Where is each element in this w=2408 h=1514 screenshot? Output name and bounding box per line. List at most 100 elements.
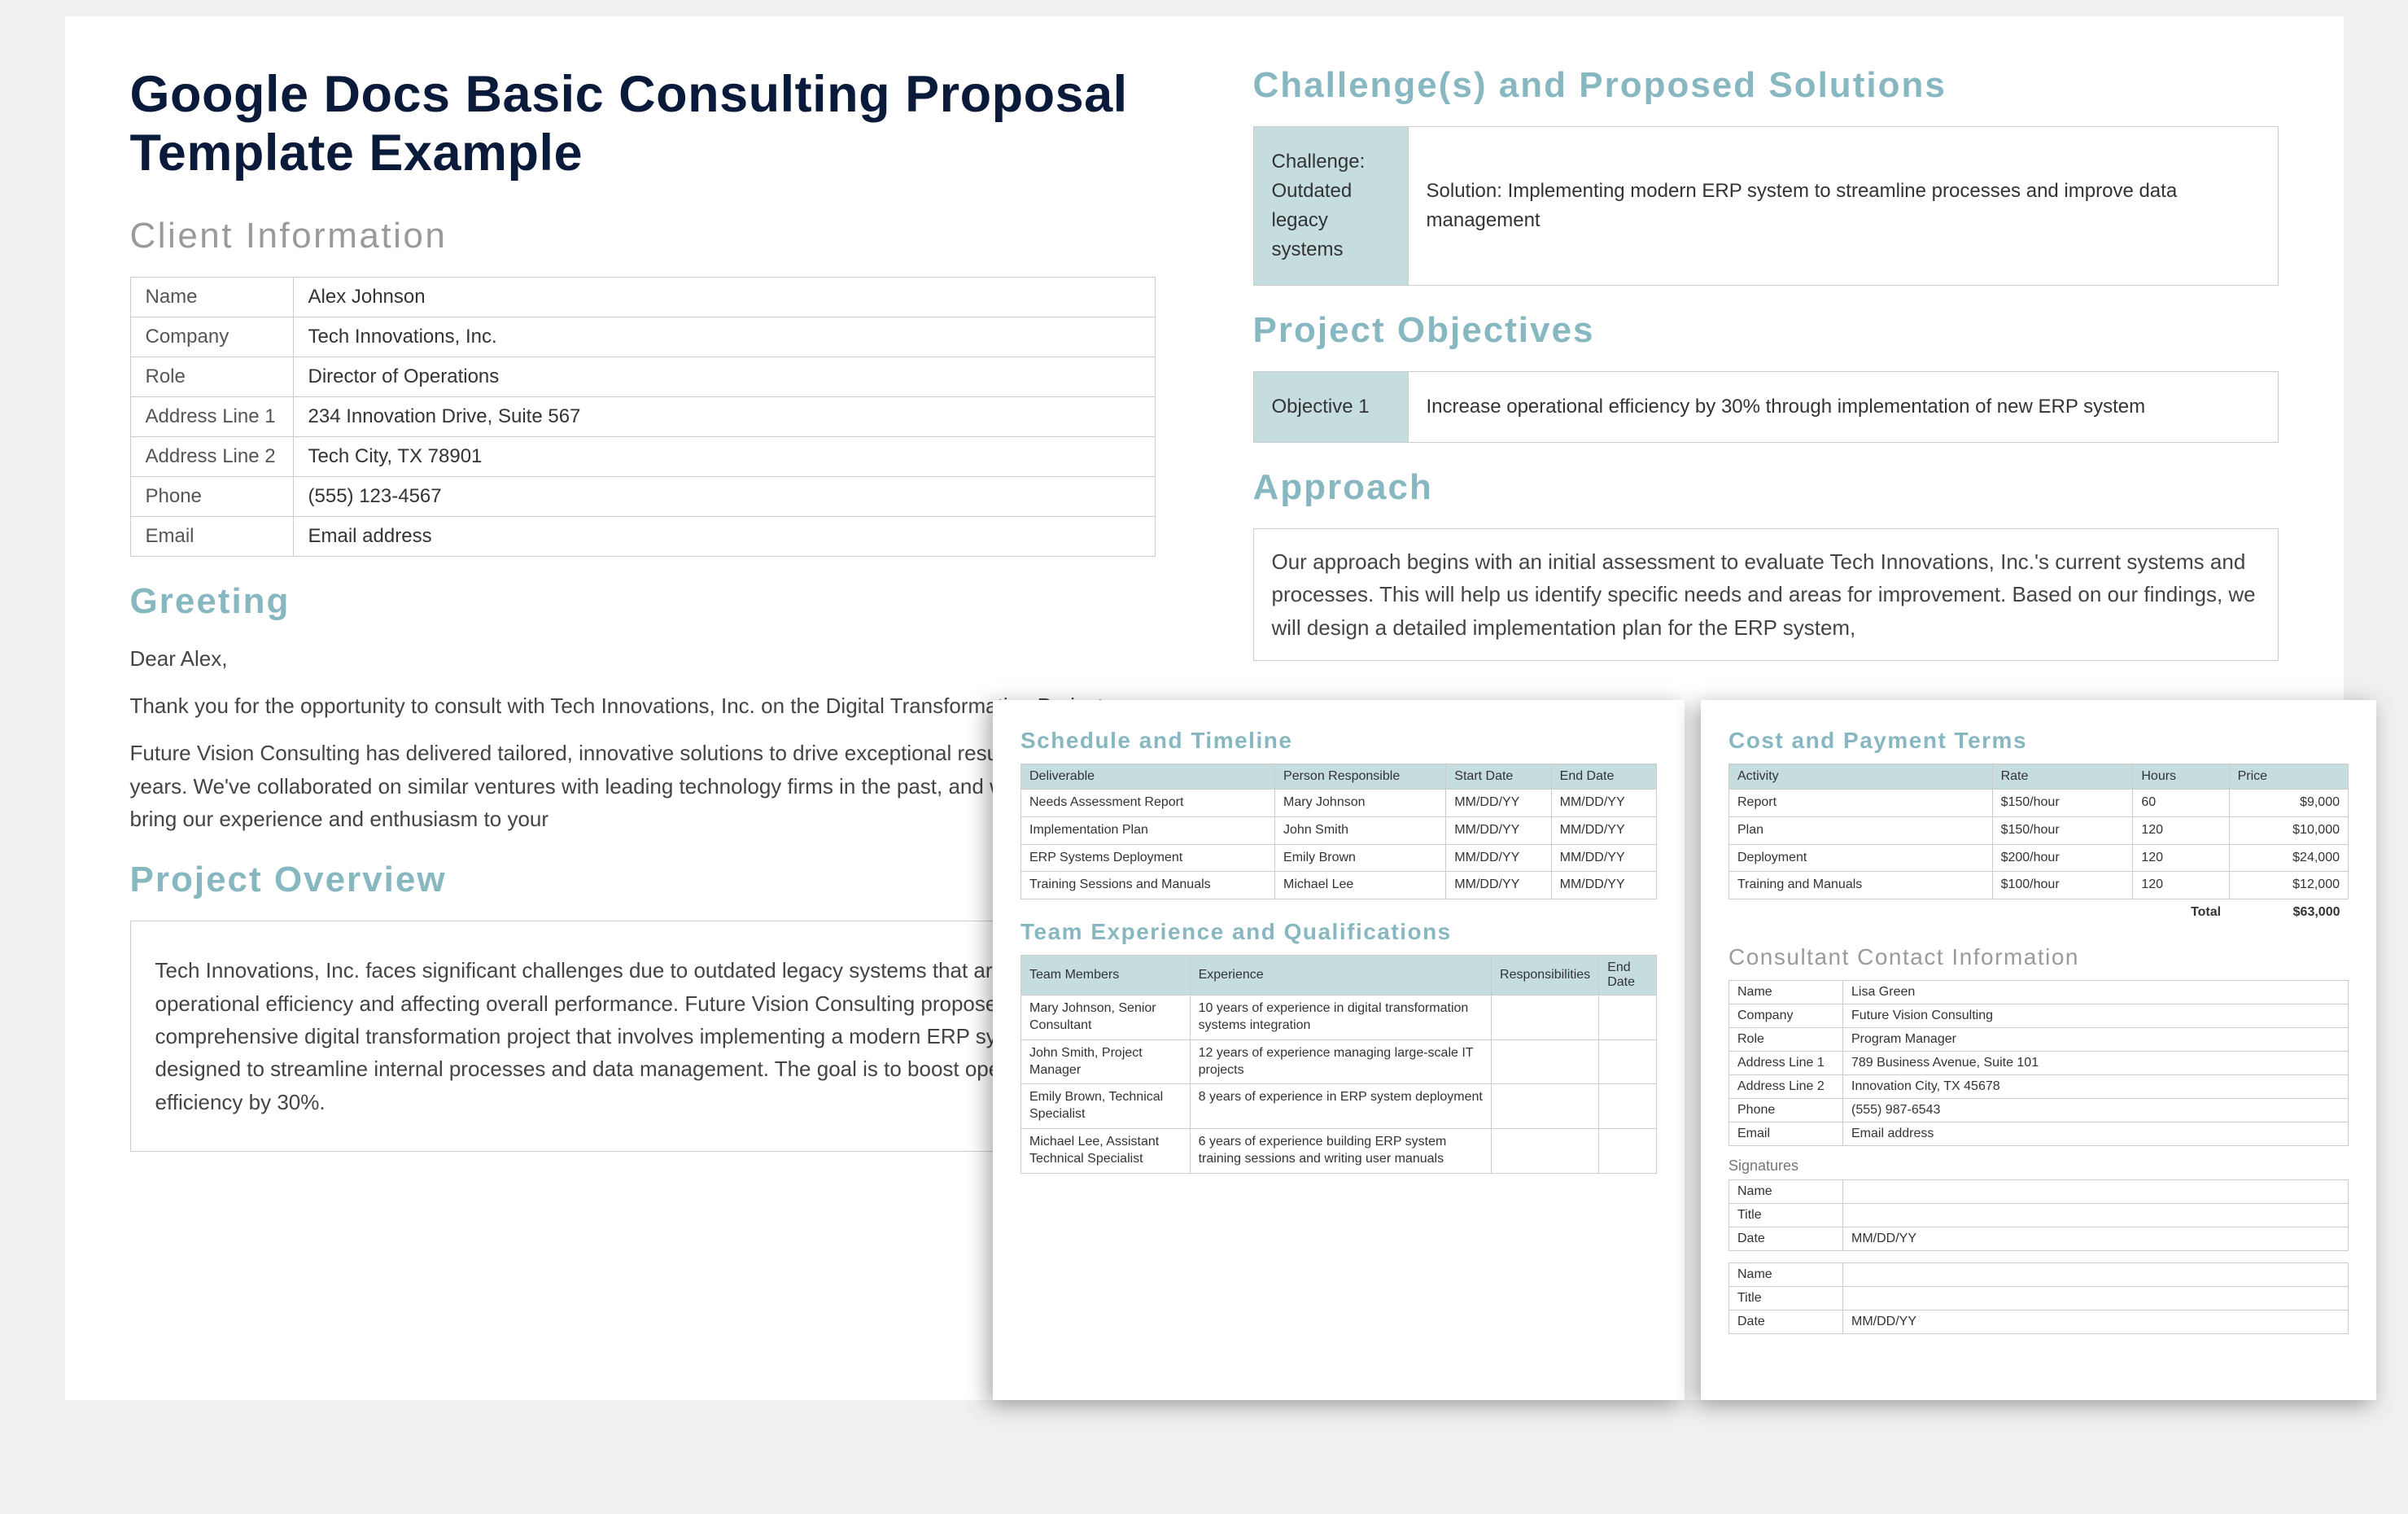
cell: MM/DD/YY: [1446, 790, 1551, 817]
label: Date: [1729, 1310, 1843, 1333]
table-row: RoleDirector of Operations: [130, 357, 1155, 396]
label: Email: [1729, 1122, 1843, 1145]
table-row: EmailEmail address: [130, 516, 1155, 556]
table-row: RoleProgram Manager: [1729, 1027, 2349, 1051]
challenge-label: Challenge: Outdated legacy systems: [1253, 127, 1408, 286]
table-row: ERP Systems DeploymentEmily BrownMM/DD/Y…: [1021, 844, 1657, 872]
cell: Report: [1729, 790, 1993, 817]
cell: MM/DD/YY: [1551, 790, 1656, 817]
cost-heading: Cost and Payment Terms: [1728, 728, 2349, 754]
cell: [1492, 1128, 1599, 1173]
value: [1843, 1286, 2349, 1310]
cell: Plan: [1729, 816, 1993, 844]
cell: Michael Lee: [1275, 872, 1446, 899]
cell: Emily Brown: [1275, 844, 1446, 872]
table-row: Title: [1729, 1203, 2349, 1227]
table-header-row: Deliverable Person Responsible Start Dat…: [1021, 764, 1657, 790]
objectives-table: Objective 1 Increase operational efficie…: [1253, 371, 2279, 443]
value: [1843, 1262, 2349, 1286]
project-overview-text: Tech Innovations, Inc. faces significant…: [155, 954, 1130, 1118]
cell: 10 years of experience in digital transf…: [1190, 995, 1491, 1040]
col-end: End Date: [1551, 764, 1656, 790]
table-row: Implementation PlanJohn SmithMM/DD/YYMM/…: [1021, 816, 1657, 844]
value: 234 Innovation Drive, Suite 567: [293, 396, 1155, 436]
cell: MM/DD/YY: [1446, 872, 1551, 899]
project-objectives-heading: Project Objectives: [1253, 310, 2279, 351]
label: Name: [130, 277, 293, 317]
table-row: Training and Manuals$100/hour120$12,000: [1729, 872, 2349, 899]
value: Future Vision Consulting: [1843, 1004, 2349, 1027]
client-information-heading: Client Information: [130, 216, 1156, 256]
cell: Implementation Plan: [1021, 816, 1275, 844]
table-row: Emily Brown, Technical Specialist8 years…: [1021, 1084, 1657, 1129]
label: Phone: [130, 476, 293, 516]
signatures-heading: Signatures: [1728, 1157, 2349, 1175]
cell: $12,000: [2229, 872, 2348, 899]
table-row: Objective 1 Increase operational efficie…: [1253, 372, 2278, 443]
cell: MM/DD/YY: [1551, 816, 1656, 844]
approach-text: Our approach begins with an initial asse…: [1272, 545, 2260, 644]
schedule-heading: Schedule and Timeline: [1020, 728, 1657, 754]
cell: 60: [2133, 790, 2229, 817]
cell: 120: [2133, 816, 2229, 844]
approach-heading: Approach: [1253, 467, 2279, 508]
document-title: Google Docs Basic Consulting Proposal Te…: [130, 65, 1156, 183]
label: Phone: [1729, 1098, 1843, 1122]
cell: Mary Johnson, Senior Consultant: [1021, 995, 1191, 1040]
col-rate: Rate: [1992, 764, 2133, 790]
cell: Training and Manuals: [1729, 872, 1993, 899]
cell: [1599, 1128, 1657, 1173]
cell: [1599, 1039, 1657, 1084]
col-start: Start Date: [1446, 764, 1551, 790]
cell: Deployment: [1729, 844, 1993, 872]
cell: Training Sessions and Manuals: [1021, 872, 1275, 899]
cell: $100/hour: [1992, 872, 2133, 899]
team-heading: Team Experience and Qualifications: [1020, 919, 1657, 945]
label: Title: [1729, 1286, 1843, 1310]
table-row: CompanyFuture Vision Consulting: [1729, 1004, 2349, 1027]
col-member: Team Members: [1021, 956, 1191, 995]
consultant-heading: Consultant Contact Information: [1728, 944, 2349, 970]
label: Role: [130, 357, 293, 396]
table-row: Plan$150/hour120$10,000: [1729, 816, 2349, 844]
table-row: Challenge: Outdated legacy systems Solut…: [1253, 127, 2278, 286]
cell: John Smith, Project Manager: [1021, 1039, 1191, 1084]
client-information-table: NameAlex Johnson CompanyTech Innovations…: [130, 277, 1156, 557]
cell: $9,000: [2229, 790, 2348, 817]
value: Email address: [293, 516, 1155, 556]
value: Tech City, TX 78901: [293, 436, 1155, 476]
label: Name: [1729, 1179, 1843, 1203]
table-row: Report$150/hour60$9,000: [1729, 790, 2349, 817]
cell: MM/DD/YY: [1446, 844, 1551, 872]
table-row: Title: [1729, 1286, 2349, 1310]
challenge-solution: Solution: Implementing modern ERP system…: [1408, 127, 2278, 286]
value: Director of Operations: [293, 357, 1155, 396]
value: [1843, 1179, 2349, 1203]
cell: 120: [2133, 872, 2229, 899]
label: Email: [130, 516, 293, 556]
table-row: EmailEmail address: [1729, 1122, 2349, 1145]
cell: Needs Assessment Report: [1021, 790, 1275, 817]
cost-table: Activity Rate Hours Price Report$150/hou…: [1728, 764, 2349, 926]
table-header-row: Activity Rate Hours Price: [1729, 764, 2349, 790]
cell: 6 years of experience building ERP syste…: [1190, 1128, 1491, 1173]
cell: [1492, 1084, 1599, 1129]
cell: $200/hour: [1992, 844, 2133, 872]
label: Address Line 2: [130, 436, 293, 476]
value: (555) 123-4567: [293, 476, 1155, 516]
cell: [1492, 995, 1599, 1040]
col-hours: Hours: [2133, 764, 2229, 790]
cell: MM/DD/YY: [1551, 872, 1656, 899]
team-table: Team Members Experience Responsibilities…: [1020, 955, 1657, 1173]
table-row: John Smith, Project Manager12 years of e…: [1021, 1039, 1657, 1084]
col-activity: Activity: [1729, 764, 1993, 790]
consultant-table: NameLisa Green CompanyFuture Vision Cons…: [1728, 980, 2349, 1146]
table-row: Address Line 1789 Business Avenue, Suite…: [1729, 1051, 2349, 1074]
label: Title: [1729, 1203, 1843, 1227]
label: Address Line 2: [1729, 1074, 1843, 1098]
table-row: Address Line 1234 Innovation Drive, Suit…: [130, 396, 1155, 436]
table-row: Address Line 2Tech City, TX 78901: [130, 436, 1155, 476]
value: [1843, 1203, 2349, 1227]
table-row: Name: [1729, 1262, 2349, 1286]
table-row: Phone(555) 987-6543: [1729, 1098, 2349, 1122]
